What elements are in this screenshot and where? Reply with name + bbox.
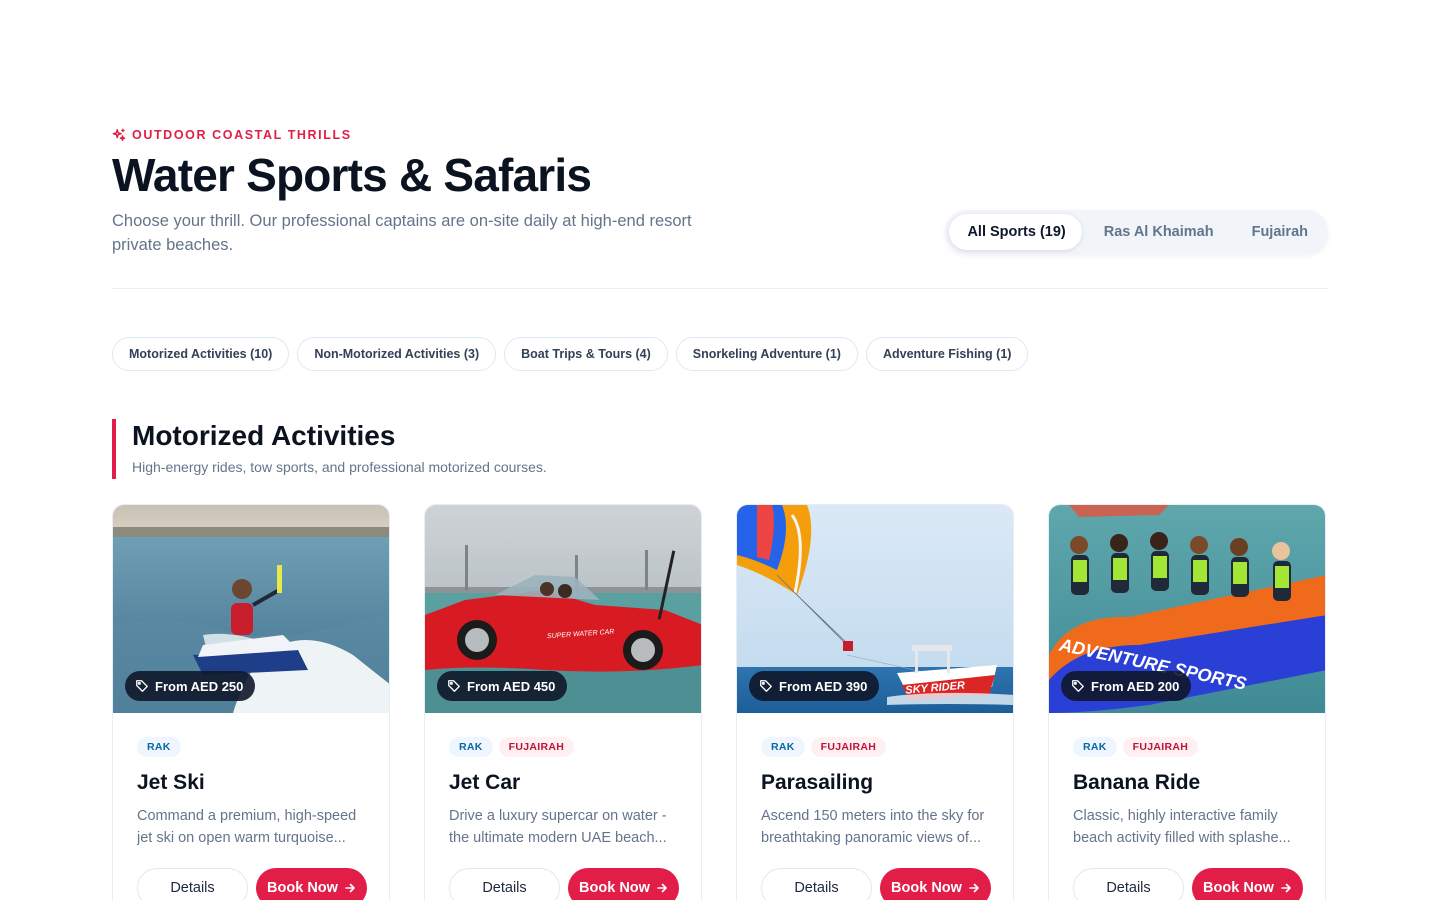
price-badge: From AED 250 xyxy=(125,671,256,701)
chip-snorkeling[interactable]: Snorkeling Adventure (1) xyxy=(675,337,858,371)
card-title: Banana Ride xyxy=(1073,771,1201,794)
tab-all-sports[interactable]: All Sports (19) xyxy=(949,214,1082,250)
book-now-label: Book Now xyxy=(1203,880,1274,896)
arrow-right-icon xyxy=(657,883,667,893)
tag-rak: RAK xyxy=(761,737,805,757)
card-description: Command a premium, high-speed jet ski on… xyxy=(137,808,357,846)
page-title: Water Sports & Safaris xyxy=(112,149,592,201)
activity-card-jet-car[interactable]: SUPER WATER CAR From AED 450 RAK FUJAIRA… xyxy=(424,504,702,900)
card-description: Classic, highly interactive family beach… xyxy=(1073,808,1291,846)
card-description: Drive a luxury supercar on water - the u… xyxy=(449,808,667,846)
location-tags: RAK FUJAIRAH xyxy=(761,737,989,757)
tag-icon xyxy=(1072,680,1084,692)
tag-rak: RAK xyxy=(449,737,493,757)
price-badge: From AED 450 xyxy=(437,671,568,701)
card-actions: Details Book Now xyxy=(137,868,367,900)
tag-icon xyxy=(760,680,772,692)
details-button[interactable]: Details xyxy=(761,868,872,900)
book-now-button[interactable]: Book Now xyxy=(568,868,679,900)
banana-ride-photo: ADVENTURE SPORTS From AED 200 xyxy=(1049,505,1325,713)
book-now-label: Book Now xyxy=(267,880,338,896)
card-body: RAK Jet Ski Command a premium, high-spee… xyxy=(113,713,389,849)
tag-rak: RAK xyxy=(1073,737,1117,757)
card-actions: Details Book Now xyxy=(761,868,991,900)
location-tags: RAK FUJAIRAH xyxy=(1073,737,1301,757)
activity-card-parasailing[interactable]: SKY RIDER From AED 390 RAK FUJAIRAH Para… xyxy=(736,504,1014,900)
card-actions: Details Book Now xyxy=(1073,868,1303,900)
card-actions: Details Book Now xyxy=(449,868,679,900)
card-title: Jet Ski xyxy=(137,771,205,794)
price-badge: From AED 390 xyxy=(749,671,880,701)
price-label: From AED 200 xyxy=(1091,678,1180,694)
price-badge: From AED 200 xyxy=(1061,671,1192,701)
chip-non-motorized[interactable]: Non-Motorized Activities (3) xyxy=(297,337,497,371)
chip-fishing[interactable]: Adventure Fishing (1) xyxy=(865,337,1029,371)
activity-card-jet-ski[interactable]: From AED 250 RAK Jet Ski Command a premi… xyxy=(112,504,390,900)
card-body: RAK FUJAIRAH Jet Car Drive a luxury supe… xyxy=(425,713,701,849)
arrow-right-icon xyxy=(345,883,355,893)
details-button[interactable]: Details xyxy=(449,868,560,900)
parasailing-photo: SKY RIDER From AED 390 xyxy=(737,505,1013,713)
price-label: From AED 450 xyxy=(467,678,556,694)
book-now-button[interactable]: Book Now xyxy=(256,868,367,900)
tab-fujairah[interactable]: Fujairah xyxy=(1234,214,1324,250)
card-body: RAK FUJAIRAH Banana Ride Classic, highly… xyxy=(1049,713,1325,849)
price-label: From AED 390 xyxy=(779,678,868,694)
chip-motorized[interactable]: Motorized Activities (10) xyxy=(112,337,290,371)
activity-cards: From AED 250 RAK Jet Ski Command a premi… xyxy=(112,504,1326,900)
sparkle-icon xyxy=(112,128,126,141)
category-chips: Motorized Activities (10) Non-Motorized … xyxy=(112,337,1029,371)
tag-icon xyxy=(136,680,148,692)
tag-rak: RAK xyxy=(137,737,181,757)
arrow-right-icon xyxy=(969,883,979,893)
eyebrow-label: OUTDOOR COASTAL THRILLS xyxy=(132,128,352,142)
location-tags: RAK FUJAIRAH xyxy=(449,737,677,757)
tag-fujairah: FUJAIRAH xyxy=(810,737,887,757)
activity-card-banana-ride[interactable]: ADVENTURE SPORTS From AED 200 RAK FUJAIR… xyxy=(1048,504,1326,900)
details-button[interactable]: Details xyxy=(1073,868,1184,900)
divider xyxy=(112,288,1328,289)
eyebrow: OUTDOOR COASTAL THRILLS xyxy=(112,128,352,142)
details-button[interactable]: Details xyxy=(137,868,248,900)
book-now-button[interactable]: Book Now xyxy=(1192,868,1303,900)
tag-icon xyxy=(448,680,460,692)
book-now-label: Book Now xyxy=(891,880,962,896)
location-tabs: All Sports (19) Ras Al Khaimah Fujairah xyxy=(945,210,1328,254)
card-body: RAK FUJAIRAH Parasailing Ascend 150 mete… xyxy=(737,713,1013,849)
chip-boat-trips[interactable]: Boat Trips & Tours (4) xyxy=(504,337,668,371)
book-now-label: Book Now xyxy=(579,880,650,896)
section-title: Motorized Activities xyxy=(132,420,396,451)
section-header: Motorized Activities High-energy rides, … xyxy=(112,419,547,479)
arrow-right-icon xyxy=(1281,883,1291,893)
location-tags: RAK xyxy=(137,737,365,757)
card-title: Jet Car xyxy=(449,771,521,794)
card-description: Ascend 150 meters into the sky for breat… xyxy=(761,808,985,846)
jet-ski-photo: From AED 250 xyxy=(113,505,389,713)
tab-ras-al-khaimah[interactable]: Ras Al Khaimah xyxy=(1086,214,1230,250)
page-subtitle: Choose your thrill. Our professional cap… xyxy=(112,212,692,254)
section-subtitle: High-energy rides, tow sports, and profe… xyxy=(132,459,547,475)
card-title: Parasailing xyxy=(761,771,874,794)
jet-car-photo: SUPER WATER CAR From AED 450 xyxy=(425,505,701,713)
book-now-button[interactable]: Book Now xyxy=(880,868,991,900)
tag-fujairah: FUJAIRAH xyxy=(498,737,575,757)
tag-fujairah: FUJAIRAH xyxy=(1122,737,1199,757)
price-label: From AED 250 xyxy=(155,678,244,694)
